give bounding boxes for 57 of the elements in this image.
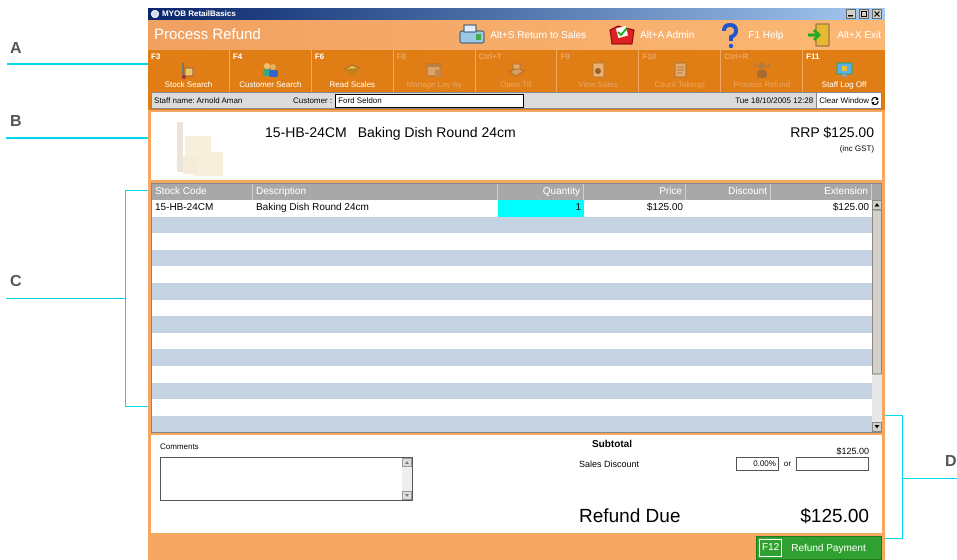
refresh-icon (871, 96, 879, 104)
customer-field[interactable]: Ford Seldon (335, 94, 524, 108)
subtotal-amount: $125.00 (836, 444, 869, 458)
sales-discount-label: Sales Discount (579, 458, 640, 471)
shortcut-key: Ctrl+R (724, 51, 748, 63)
table-cell-text: $125.00 (832, 201, 870, 215)
subtotal-label: Subtotal (592, 438, 632, 452)
rrp-price: RRP $125.00 (790, 123, 874, 142)
annotation-label: A (10, 39, 22, 59)
app-icon (151, 10, 159, 18)
annotation-label: D (945, 452, 957, 472)
shortcut-key: F6 (314, 51, 324, 63)
clear-window-button[interactable]: Clear Window (816, 93, 881, 108)
staff-name: Staff name: Arnold Aman (154, 94, 244, 106)
page-title: Process Refund (154, 24, 261, 45)
annotation-label: C (10, 272, 22, 292)
table-cell-text: $125.00 (646, 201, 684, 215)
comments-label: Comments (160, 441, 200, 454)
date-time: Tue 18/10/2005 12:28 (735, 94, 814, 106)
shortcut-button[interactable]: Alt+X Exit (805, 22, 881, 48)
person-icon (752, 60, 772, 80)
or-label: or (784, 458, 791, 470)
window-title: MYOB RetailBasics (162, 10, 236, 18)
shortcut-key: F10 (642, 51, 656, 63)
shortcut-key: Ctrl+T (478, 51, 502, 63)
leader-line (903, 478, 957, 479)
scales-icon (344, 64, 360, 76)
shortcut-key: F9 (560, 51, 570, 63)
product-name: Baking Dish Round 24cm (358, 123, 516, 142)
product-code: 15-HB-24CM (265, 123, 347, 142)
shortcut-button[interactable]: F1 Help (716, 22, 784, 48)
discount-amount-field[interactable] (796, 457, 869, 472)
toolbar-button[interactable]: F11 Staff Log Off (803, 50, 885, 92)
annotation-label: B (10, 112, 22, 132)
tax-note: (inc GST) (840, 143, 874, 155)
customer-label: Customer : (293, 94, 332, 106)
people-icon (260, 60, 280, 80)
shortcut-button[interactable]: Alt+A Admin (608, 22, 694, 48)
table-cell-text: Baking Dish Round 24cm (255, 201, 370, 215)
monitor-icon (834, 60, 854, 80)
refund-payment-button[interactable]: F12 Refund Payment (756, 536, 882, 560)
table-cell: 1 (498, 200, 584, 217)
shortcut-key: F12 (759, 539, 782, 557)
shortcut-key: F11 (806, 51, 820, 63)
refund-due-label: Refund Due (579, 504, 680, 529)
scrollbar (402, 458, 412, 500)
comments-field[interactable] (160, 457, 413, 502)
shortcut-key: F8 (396, 51, 406, 63)
shortcut-key: F4 (232, 51, 242, 63)
discount-percent-field[interactable]: 0.00% (736, 457, 779, 472)
table-cell-text: 15-HB-24CM (154, 201, 214, 215)
close-icon[interactable] (872, 9, 882, 19)
refund-due-amount: $125.00 (800, 504, 869, 529)
minimize-icon[interactable] (846, 9, 856, 19)
maximize-icon[interactable] (859, 9, 869, 19)
shortcut-button[interactable]: Alt+S Return to Sales (458, 22, 586, 48)
shortcut-key: F3 (151, 51, 160, 63)
